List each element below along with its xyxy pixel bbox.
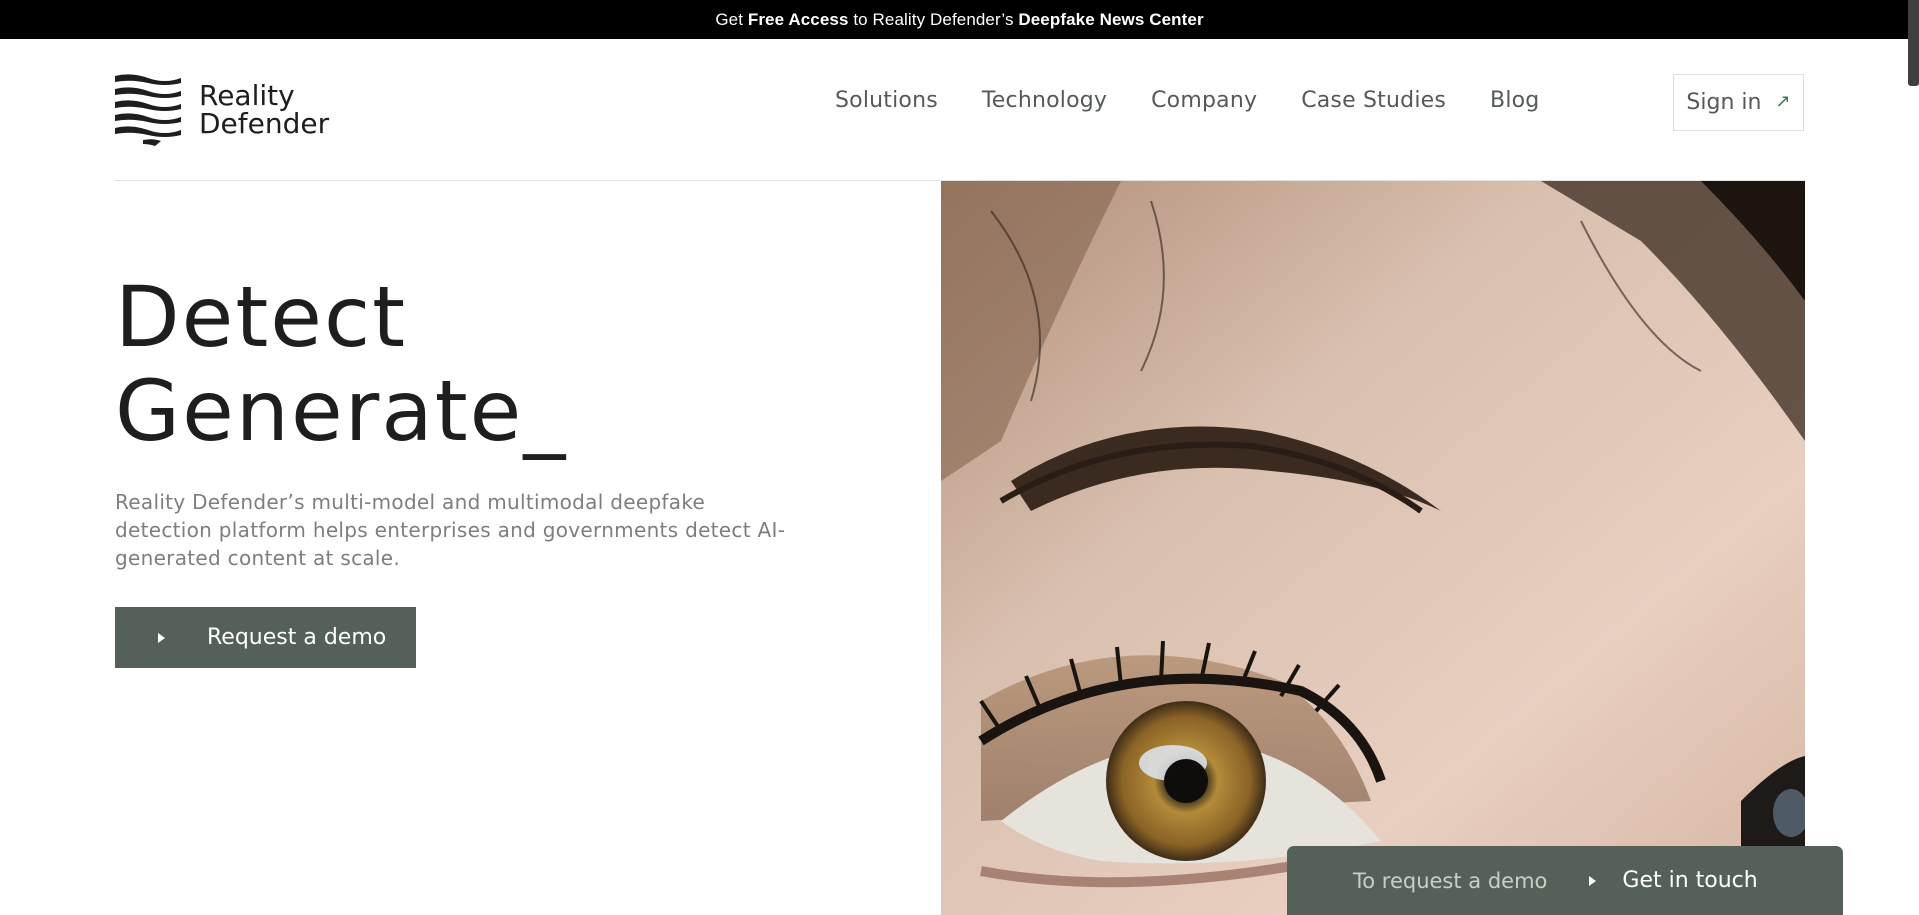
main-nav: Solutions Technology Company Case Studie… bbox=[835, 88, 1583, 113]
headline-line-2: Generate_ bbox=[115, 362, 568, 460]
banner-free-access: Free Access bbox=[747, 9, 849, 29]
play-triangle-icon bbox=[158, 632, 165, 643]
floating-bar-text: To request a demo bbox=[1353, 868, 1548, 893]
brand-logo[interactable]: Reality Defender bbox=[115, 74, 329, 146]
scrollbar-thumb[interactable] bbox=[1908, 0, 1919, 86]
brand-line-1: Reality bbox=[199, 79, 295, 112]
brand-name: Reality Defender bbox=[199, 82, 329, 138]
banner-middle: to Reality Defender’s bbox=[848, 9, 1019, 29]
nav-case-studies[interactable]: Case Studies bbox=[1301, 88, 1446, 113]
hero-headline: Detect Generate_ bbox=[115, 270, 567, 458]
banner-news-center: Deepfake News Center bbox=[1018, 9, 1204, 29]
sign-in-label: Sign in bbox=[1686, 90, 1762, 115]
hero-eye-image bbox=[941, 181, 1805, 915]
eye-illustration bbox=[941, 181, 1805, 915]
nav-solutions[interactable]: Solutions bbox=[835, 88, 938, 113]
announcement-banner[interactable]: Get Free Access to Reality Defender’s De… bbox=[0, 0, 1919, 39]
floating-contact-bar: To request a demo Get in touch bbox=[1287, 846, 1843, 915]
brand-line-2: Defender bbox=[199, 107, 330, 140]
nav-blog[interactable]: Blog bbox=[1490, 88, 1539, 113]
banner-prefix: Get bbox=[715, 9, 748, 29]
headline-line-1: Detect bbox=[115, 268, 408, 366]
get-in-touch-button[interactable]: Get in touch bbox=[1622, 868, 1757, 893]
nav-company[interactable]: Company bbox=[1151, 88, 1257, 113]
stripes-flag-logo-icon bbox=[115, 74, 181, 146]
nav-technology[interactable]: Technology bbox=[982, 88, 1107, 113]
arrow-up-right-icon: ↗ bbox=[1775, 91, 1791, 112]
play-triangle-icon bbox=[1589, 875, 1597, 886]
sign-in-button[interactable]: Sign in ↗ bbox=[1673, 74, 1804, 131]
hero-description: Reality Defender’s multi-model and multi… bbox=[115, 490, 786, 570]
request-demo-label: Request a demo bbox=[207, 625, 387, 650]
request-demo-button[interactable]: Request a demo bbox=[115, 607, 416, 668]
